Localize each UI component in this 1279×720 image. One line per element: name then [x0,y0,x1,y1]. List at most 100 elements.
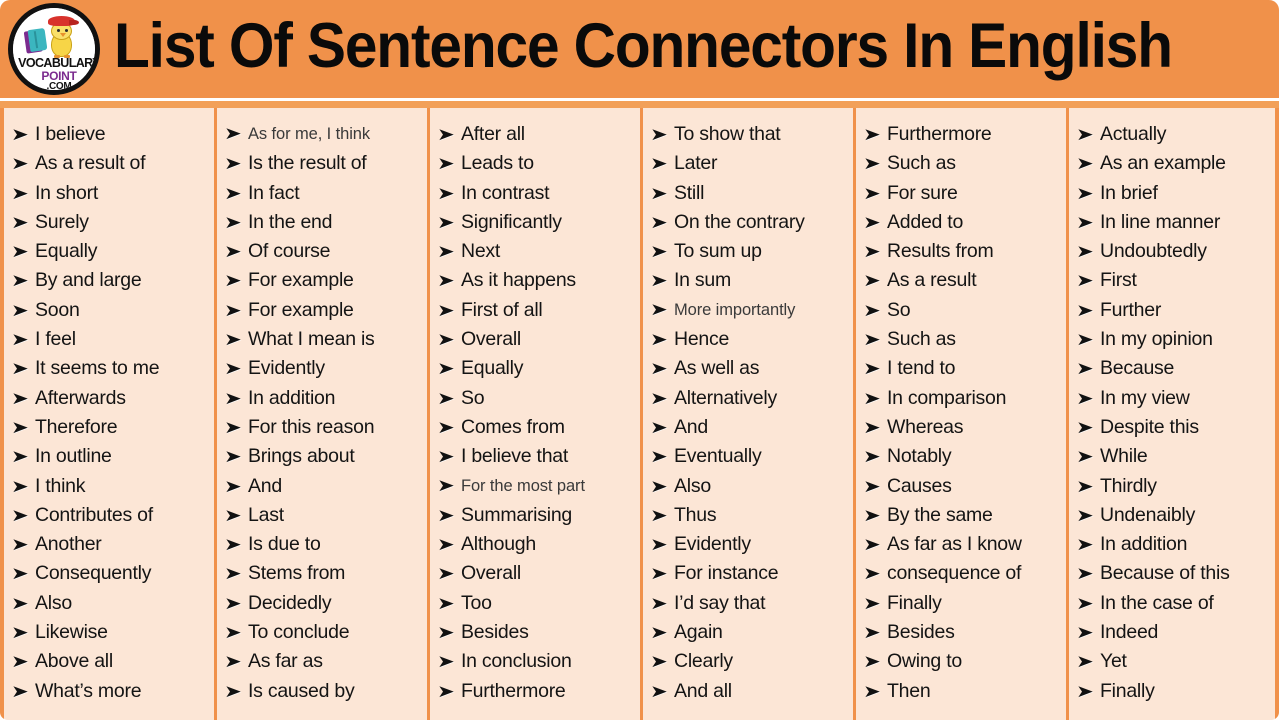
connector-list: ➤ Actually ➤ As an example ➤ In brief ➤ In line… [1076,123,1275,711]
list-item: ➤ First of all [437,300,636,330]
connector-label: By and large [35,269,142,292]
arrow-bullet-icon: ➤ [11,593,29,613]
list-item: ➤ Clearly [650,652,849,681]
arrow-bullet-icon: ➤ [1076,652,1094,672]
list-item: ➤ For the most part [437,477,636,506]
list-item: ➤ Evidently [650,535,849,564]
arrow-bullet-icon: ➤ [224,330,242,350]
list-item: ➤ Overall [437,564,636,593]
arrow-bullet-icon: ➤ [437,154,455,174]
chick-cap-icon [48,15,79,26]
connector-label: In sum [674,269,732,292]
connector-label: In outline [35,445,112,468]
connector-label: Significantly [461,210,562,233]
connector-column-3: ➤ After all ➤ Leads to ➤ In contrast ➤ Signific… [427,108,640,720]
list-item: ➤ Leads to [437,154,636,183]
connector-label: Evidently [248,357,325,380]
arrow-bullet-icon: ➤ [11,242,29,262]
arrow-bullet-icon: ➤ [650,154,668,174]
arrow-bullet-icon: ➤ [863,476,881,496]
arrow-bullet-icon: ➤ [863,593,881,613]
arrow-bullet-icon: ➤ [1076,154,1094,174]
list-item: ➤ For sure [863,181,1062,213]
connector-label: Contributes of [35,503,153,526]
arrow-bullet-icon: ➤ [1076,271,1094,291]
arrow-bullet-icon: ➤ [437,593,455,613]
connector-label: Such as [887,328,956,351]
list-item: ➤ Still [650,183,849,213]
arrow-bullet-icon: ➤ [1076,125,1094,144]
list-item: ➤ Because [1076,359,1275,388]
list-item: ➤ Finally [1076,681,1275,711]
arrow-bullet-icon: ➤ [1076,623,1094,643]
arrow-bullet-icon: ➤ [863,652,881,672]
connector-label: Added to [887,210,964,233]
list-item: ➤ Further [1076,300,1275,330]
list-item: ➤ In comparison [863,386,1062,418]
arrow-bullet-icon: ➤ [863,212,881,232]
list-item: ➤ Surely [11,212,210,242]
arrow-bullet-icon: ➤ [437,475,455,495]
arrow-bullet-icon: ➤ [11,535,29,555]
connector-label: Likewise [35,621,108,644]
connector-label: I believe that [461,445,569,468]
logo-text-vocabulary: VOCABULARY [18,55,100,70]
connector-label: As for me, I think [248,125,370,143]
connector-label: Again [674,621,723,644]
arrow-bullet-icon: ➤ [863,505,881,525]
list-item: ➤ In outline [11,447,210,476]
arrow-bullet-icon: ➤ [437,535,455,555]
arrow-bullet-icon: ➤ [1076,300,1094,320]
list-item: ➤ It seems to me [11,359,210,388]
arrow-bullet-icon: ➤ [650,388,668,408]
list-item: ➤ Undenaibly [1076,505,1275,535]
connector-label: Actually [1100,123,1167,145]
arrow-bullet-icon: ➤ [437,505,455,525]
connector-label: Hence [674,328,730,351]
list-item: ➤ In brief [1076,183,1275,213]
arrow-bullet-icon: ➤ [11,681,29,701]
arrow-bullet-icon: ➤ [224,623,242,643]
list-item: ➤ Owing to [863,652,1062,681]
arrow-bullet-icon: ➤ [224,476,242,496]
arrow-bullet-icon: ➤ [11,447,29,467]
connector-label: Of course [248,240,331,263]
list-item: ➤ Again [650,623,849,652]
connector-label: Besides [461,621,529,644]
arrow-bullet-icon: ➤ [863,417,881,437]
arrow-bullet-icon: ➤ [650,535,668,555]
connector-label: In comparison [887,386,1007,409]
connector-label: Is caused by [248,679,355,702]
connector-label: To sum up [674,240,762,263]
list-item: ➤ Results from [863,242,1062,271]
arrow-bullet-icon: ➤ [11,505,29,525]
arrow-bullet-icon: ➤ [863,564,881,584]
arrow-bullet-icon: ➤ [224,447,242,467]
list-item: ➤ Soon [11,300,210,330]
arrow-bullet-icon: ➤ [1076,388,1094,408]
connector-label: Eventually [674,445,762,468]
list-item: ➤ To show that [650,124,849,154]
list-item: ➤ Causes [863,476,1062,506]
connector-list: ➤ As for me, I think ➤ Is the result of ➤ In … [224,125,423,711]
connector-label: consequence of [887,562,1022,585]
list-item: ➤ As well as [650,359,849,388]
connector-label: For sure [887,181,958,204]
arrow-bullet-icon: ➤ [11,125,29,144]
connector-label: As far as [248,650,323,673]
connector-label: Stems from [248,562,346,585]
list-item: ➤ Furthermore [863,124,1062,154]
list-item: ➤ Too [437,593,636,623]
list-item: ➤ And [224,476,423,506]
connector-label: On the contrary [674,210,805,233]
list-item: ➤ Afterwards [11,388,210,418]
list-item: ➤ Is due to [224,535,423,564]
arrow-bullet-icon: ➤ [437,447,455,467]
connector-label: Although [461,533,536,556]
list-item: ➤ Then [863,681,1062,711]
connector-label: In addition [248,386,336,409]
arrow-bullet-icon: ➤ [437,183,455,203]
connector-label: What’s more [35,679,142,702]
arrow-bullet-icon: ➤ [11,388,29,408]
list-item: ➤ So [863,300,1062,330]
